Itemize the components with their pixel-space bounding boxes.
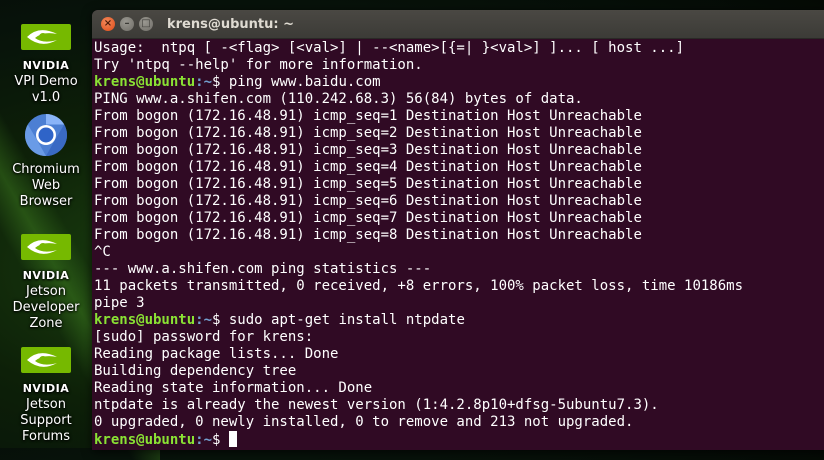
icon-label-line: VPI Demo bbox=[14, 74, 78, 89]
prompt-user-host: krens@ubuntu bbox=[94, 312, 196, 328]
icon-label-line: Zone bbox=[29, 316, 63, 331]
terminal-output-line: From bogon (172.16.48.91) icmp_seq=6 Des… bbox=[94, 193, 642, 209]
icon-label-line: v1.0 bbox=[31, 90, 61, 105]
icon-label-line: Browser bbox=[19, 194, 73, 209]
terminal-output-line: ntpdate is already the newest version (1… bbox=[94, 397, 659, 413]
prompt-path: :~ bbox=[195, 74, 213, 90]
terminal-output-line: [sudo] password for krens: bbox=[94, 329, 314, 345]
icon-label-line: Jetson bbox=[26, 397, 66, 412]
nvidia-logo-icon bbox=[21, 234, 71, 260]
command-text: sudo apt-get install ntpdate bbox=[228, 312, 465, 328]
terminal-command-line: krens@ubuntu:~$ bbox=[94, 431, 824, 448]
icon-label-line: Forums bbox=[22, 429, 70, 444]
minimize-button[interactable]: – bbox=[120, 17, 134, 31]
text-cursor[interactable] bbox=[228, 431, 237, 447]
prompt-user-host: krens@ubuntu bbox=[94, 432, 196, 448]
terminal-output-line: From bogon (172.16.48.91) icmp_seq=3 Des… bbox=[94, 142, 642, 158]
window-title: krens@ubuntu: ~ bbox=[167, 16, 295, 32]
prompt-path: :~ bbox=[195, 312, 213, 328]
terminal-output-line: ^C bbox=[94, 244, 111, 260]
terminal-output-line: --- www.a.shifen.com ping statistics --- bbox=[94, 261, 432, 277]
nvidia-wordmark: NVIDIA bbox=[22, 269, 70, 282]
nvidia-wordmark: NVIDIA bbox=[22, 382, 70, 395]
prompt-symbol: $ bbox=[212, 312, 229, 328]
desktop-icon-vpi-demo[interactable]: NVIDIA VPI Demo v1.0 bbox=[0, 22, 92, 106]
terminal-output-line: From bogon (172.16.48.91) icmp_seq=1 Des… bbox=[94, 108, 642, 124]
terminal-output-line: 0 upgraded, 0 newly installed, 0 to remo… bbox=[94, 414, 634, 430]
terminal-output-line: From bogon (172.16.48.91) icmp_seq=8 Des… bbox=[94, 227, 642, 243]
maximize-button[interactable]: □ bbox=[139, 17, 153, 31]
terminal-command-line: krens@ubuntu:~$ ping www.baidu.com bbox=[94, 74, 824, 91]
prompt-symbol: $ bbox=[212, 74, 229, 90]
icon-label-line: Jetson bbox=[26, 284, 66, 299]
terminal-output-line: Try 'ntpq --help' for more information. bbox=[94, 57, 423, 73]
terminal-output-line: 11 packets transmitted, 0 received, +8 e… bbox=[94, 278, 744, 294]
terminal-output-line: From bogon (172.16.48.91) icmp_seq=4 Des… bbox=[94, 159, 642, 175]
nvidia-logo-icon bbox=[21, 347, 71, 373]
terminal-output-line: Usage: ntpq [ -<flag> [<val>] | --<name>… bbox=[94, 40, 685, 56]
icon-label-line: Chromium bbox=[12, 162, 80, 177]
terminal-output-line: From bogon (172.16.48.91) icmp_seq=5 Des… bbox=[94, 176, 642, 192]
terminal-output-line: From bogon (172.16.48.91) icmp_seq=2 Des… bbox=[94, 125, 642, 141]
icon-label-line: Developer bbox=[12, 300, 80, 315]
nvidia-wordmark: NVIDIA bbox=[22, 59, 70, 72]
desktop-icon-jetson-support-forums[interactable]: NVIDIA Jetson Support Forums bbox=[0, 345, 92, 445]
nvidia-logo-icon bbox=[21, 24, 71, 50]
command-text: ping www.baidu.com bbox=[228, 74, 381, 90]
close-button[interactable]: × bbox=[101, 17, 115, 31]
prompt-symbol: $ bbox=[212, 432, 229, 448]
prompt-path: :~ bbox=[195, 432, 213, 448]
terminal-output-line: pipe 3 bbox=[94, 295, 145, 311]
desktop-icon-jetson-developer-zone[interactable]: NVIDIA Jetson Developer Zone bbox=[0, 232, 92, 332]
terminal-window[interactable]: × – □ krens@ubuntu: ~ Usage: ntpq [ -<fl… bbox=[92, 10, 824, 450]
prompt-user-host: krens@ubuntu bbox=[94, 74, 196, 90]
icon-label-line: Web bbox=[31, 178, 61, 193]
desktop-icon-chromium[interactable]: Chromium Web Browser bbox=[0, 112, 92, 210]
terminal-output-line: From bogon (172.16.48.91) icmp_seq=7 Des… bbox=[94, 210, 642, 226]
terminal-output-line: Building dependency tree bbox=[94, 363, 297, 379]
chromium-icon bbox=[24, 113, 68, 156]
window-titlebar[interactable]: × – □ krens@ubuntu: ~ bbox=[92, 10, 824, 39]
terminal-output[interactable]: Usage: ntpq [ -<flag> [<val>] | --<name>… bbox=[92, 39, 824, 448]
terminal-output-line: Reading state information... Done bbox=[94, 380, 373, 396]
terminal-output-line: Reading package lists... Done bbox=[94, 346, 339, 362]
icon-label-line: Support bbox=[20, 413, 72, 428]
terminal-command-line: krens@ubuntu:~$ sudo apt-get install ntp… bbox=[94, 312, 824, 329]
terminal-output-line: PING www.a.shifen.com (110.242.68.3) 56(… bbox=[94, 91, 583, 107]
